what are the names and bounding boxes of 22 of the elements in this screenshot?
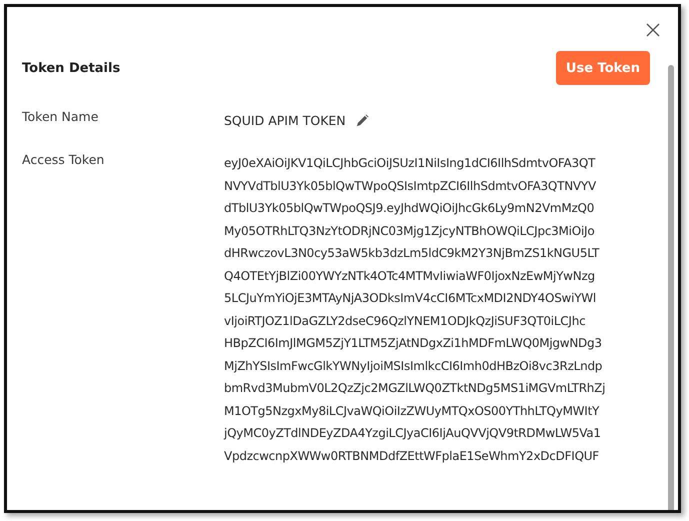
token-text-line: M1OTg5NzgxMy8iLCJvaWQiOiIzZWUyMTQxOS00YThhLTQyMWItY [224,402,600,420]
pencil-icon[interactable] [356,114,369,127]
token-text-line: HBpZCI6ImJlMGM5ZjY1LTM5ZjAtNDgxZi1hMDFmLWQ0MjgwNDg3 [224,335,603,352]
token-text-line: NVYVdTblU3Yk05blQwTWpoQSIsImtpZCI6IlhSdmtvOFA3QTNVYV [224,178,597,194]
token-text-line: MjZhYSIsImFwcGlkYWNyIjoiMSIsImlkcCI6Imh0dHBzOi8vc3RzLndp [224,358,604,374]
token-text-line: dTblU3Yk05blQwTWpoQSJ9.eyJhdWQiOiJhcGk6Ly9mN2VmMzQ0 [224,200,596,217]
token-text-line: My05OTRhLTQ3NzYtODRjNC03Mjg1ZjcyNTBhOWQiLCJpc3MiOiJo [224,222,596,240]
scrollbar[interactable] [668,65,674,510]
field-label: Token Name [22,109,100,126]
field-value: SQUID APIM TOKEN [224,113,346,128]
token-text-line: dHRwczovL3N0cy53aW5kb3dzLm5ldC9kM2Y3NjBmZS1kNGU5LT [224,245,600,262]
token-text-line: bmRvd3MubmV0L2QzZjc2MGZlLWQ0ZTktNDg5MS1iMGVmLTRhZj [224,380,606,397]
dialog-title: Token Details [22,60,120,76]
token-text-line: Q4OTEtYjBlZi00YWYzNTk4OTc4MTMvIiwiaWF0IjoxNzEwMjYwNzg [224,268,596,284]
field-label: Access Token [22,152,106,169]
close-icon[interactable] [646,23,660,37]
token-text-line: eyJ0eXAiOiJKV1QiLCJhbGciOiJSUzI1NiIsIng1dCI6IlhSdmtvOFA3QT [224,155,596,172]
token-text-line: 5LCJuYmYiOjE3MTAyNjA3ODksImV4cCI6MTcxMDI2NDY4OSwiYWl [224,290,597,307]
token-text-line: jQyMC0yZTdlNDEyZDA4YzgiLCJyaCI6IjAuQVVjQV9tRDMwLW5Va1 [224,425,602,442]
use-token-button[interactable]: Use Token [556,51,650,85]
token-text-line: VpdzcwcnpXWWw0RTBNMDdfZEttWFplaE1SeWhmY2xDcDFIQUF [224,448,600,464]
token-text-line: vIjoiRTJOZ1lDaGZLY2dseC96QzlYNEM1ODJkQzJiSUF3QT0iLCJhc [224,312,586,330]
